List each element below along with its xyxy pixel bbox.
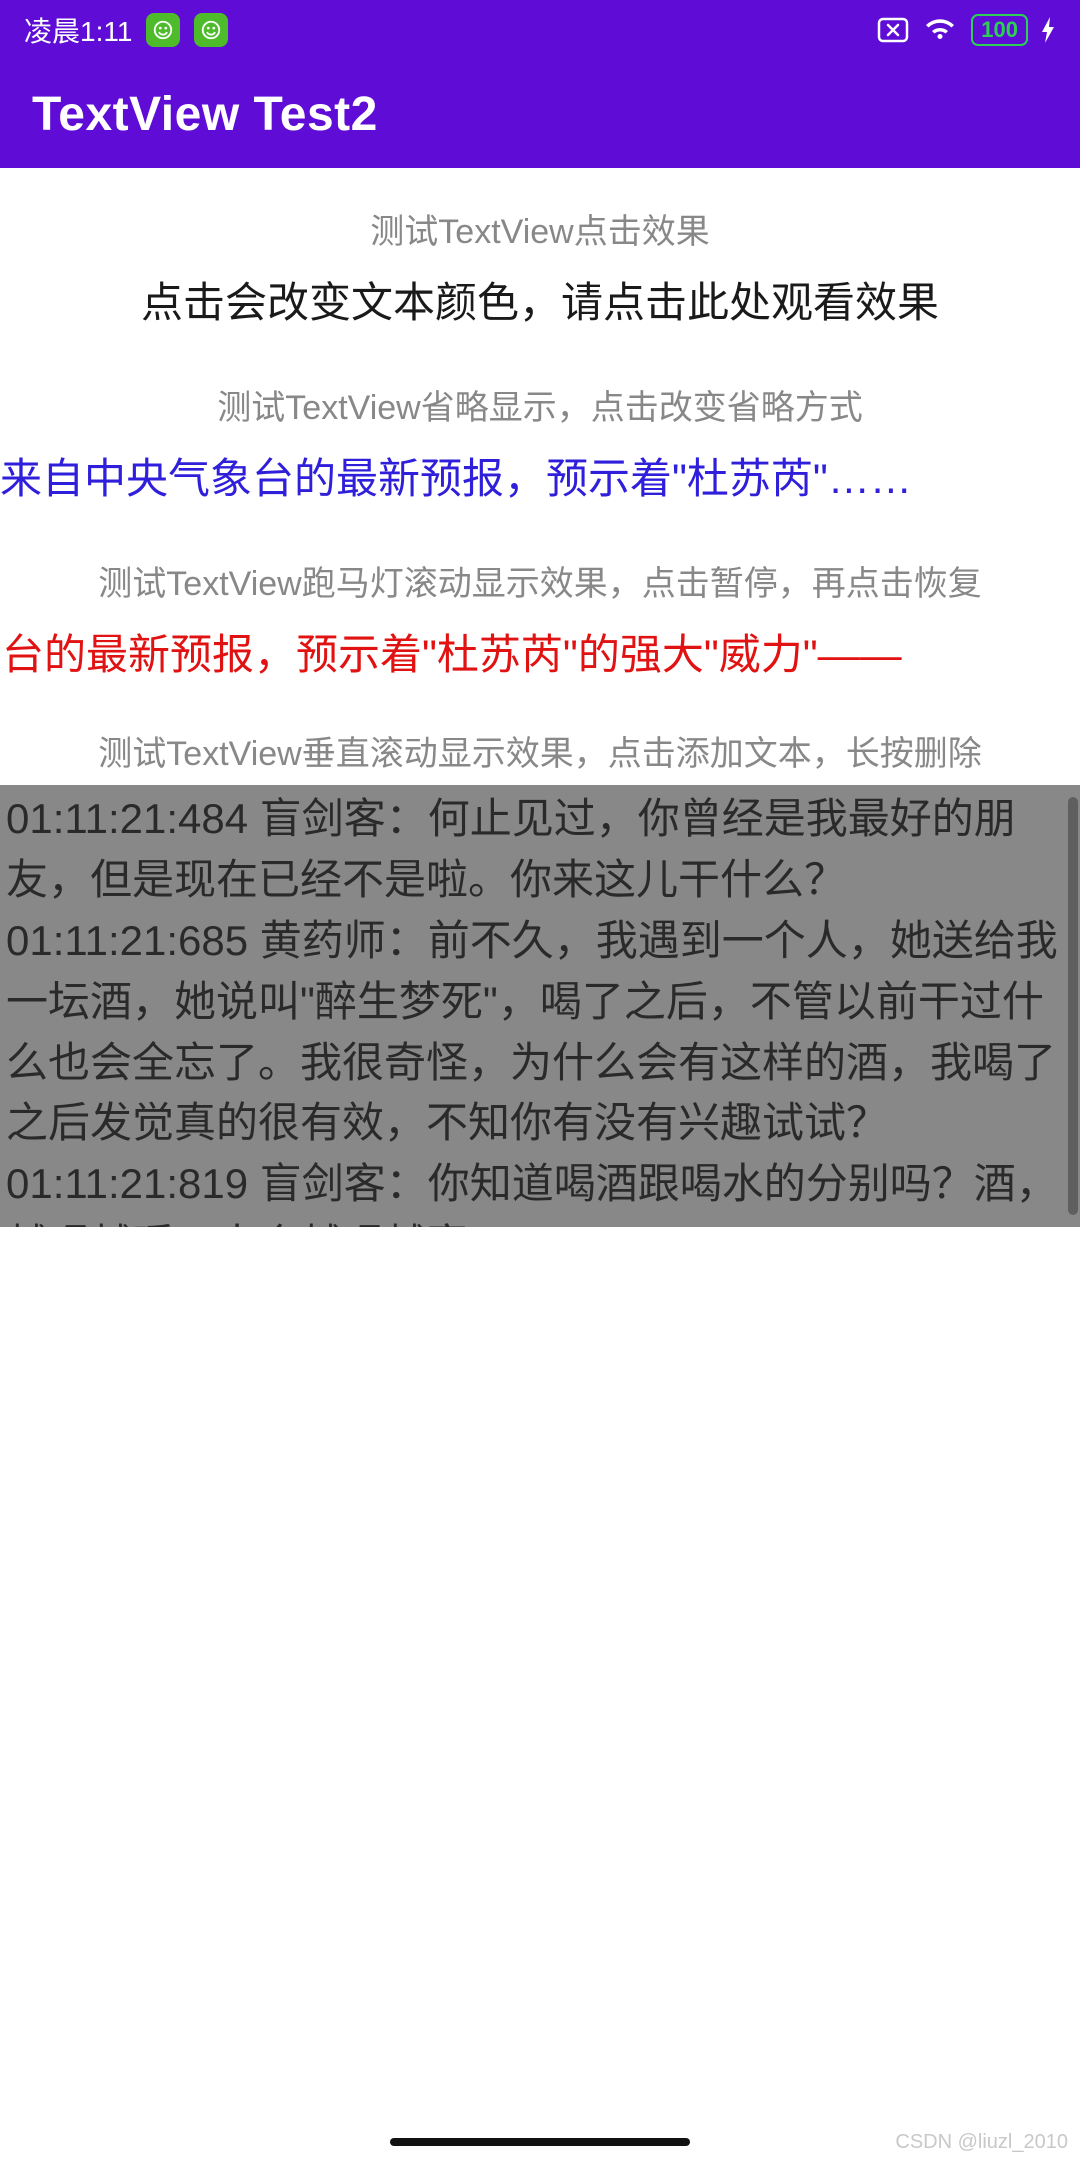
ellipsis-textview[interactable]: 来自中央气象台的最新预报，预示着"杜苏芮"……	[0, 437, 1080, 546]
watermark-text: CSDN @liuzl_2010	[895, 2131, 1068, 2154]
close-box-icon	[877, 17, 909, 43]
battery-level: 100	[981, 17, 1018, 42]
section4-label: 测试TextView垂直滚动显示效果，点击添加文本，长按删除	[0, 722, 1080, 785]
app-bar: TextView Test2	[0, 60, 1080, 168]
status-bar: 凌晨1:11 100	[0, 0, 1080, 60]
click-color-textview[interactable]: 点击会改变文本颜色，请点击此处观看效果	[0, 261, 1080, 370]
wifi-icon	[923, 17, 957, 43]
section3-label: 测试TextView跑马灯滚动显示效果，点击暂停，再点击恢复	[0, 546, 1080, 613]
marquee-container[interactable]: 象台的最新预报，预示着"杜苏芮"的强大"威力"——	[0, 613, 1080, 722]
app-title: TextView Test2	[32, 87, 378, 142]
scrollbar-thumb[interactable]	[1068, 797, 1078, 1215]
status-right: 100	[877, 14, 1056, 46]
status-time: 凌晨1:11	[24, 10, 132, 50]
marquee-textview: 象台的最新预报，预示着"杜苏芮"的强大"威力"——	[0, 621, 1040, 682]
scroll-log-text: 01:11:21:484 盲剑客：何止见过，你曾经是我最好的朋友，但是现在已经不…	[6, 789, 1074, 1227]
battery-indicator: 100	[971, 14, 1028, 46]
app-notification-icon-1	[146, 13, 180, 47]
status-left: 凌晨1:11	[24, 10, 228, 50]
vertical-scroll-textview[interactable]: 01:11:21:484 盲剑客：何止见过，你曾经是我最好的朋友，但是现在已经不…	[0, 785, 1080, 1227]
charging-icon	[1042, 17, 1056, 43]
app-notification-icon-2	[194, 13, 228, 47]
section1-label: 测试TextView点击效果	[0, 194, 1080, 261]
content-area: 测试TextView点击效果 点击会改变文本颜色，请点击此处观看效果 测试Tex…	[0, 168, 1080, 1227]
home-indicator[interactable]	[390, 2138, 690, 2146]
section2-label: 测试TextView省略显示，点击改变省略方式	[0, 370, 1080, 437]
